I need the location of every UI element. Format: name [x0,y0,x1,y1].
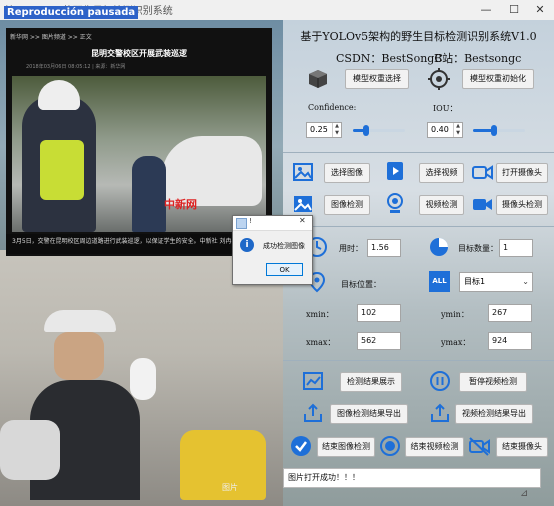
xmin-field: 102 [357,304,401,322]
time-label: 用时： [339,244,363,253]
confidence-label: Confidence: [308,103,357,112]
export-image-icon [304,403,322,422]
car-shape [0,420,60,480]
news-photo: 中新网 [12,76,266,232]
status-bar: 图片打开成功！！！ [283,468,541,488]
xmin-label: xmin： [306,310,334,319]
camera-icon [472,165,493,180]
ymin-label: ymin： [441,310,469,319]
dialog-app-icon [236,218,247,229]
export-video-icon [431,403,449,422]
iou-slider-handle[interactable] [490,125,497,136]
photo-watermark: 中新网 [164,198,197,211]
time-field: 1.56 [367,239,401,257]
select-video-button[interactable]: 选择视频 [419,163,464,183]
iou-value: 0.40 [431,125,449,134]
confidence-value: 0.25 [310,125,328,134]
control-panel [283,20,554,506]
xmax-label: xmax： [306,338,336,347]
webcam-icon [387,193,403,213]
vest-shape [40,140,84,200]
officer-face-shape [54,332,104,380]
minimize-button[interactable]: — [472,2,500,18]
image-icon [293,163,313,181]
camera-off-icon [469,437,490,456]
confidence-slider[interactable] [353,125,405,136]
bstation-label: B站：Bestsongc [434,52,522,65]
check-circle-icon [291,436,311,456]
target-select-value: 目标1 [464,277,486,286]
spin-arrows-icon[interactable]: ▲ ▼ [332,123,341,137]
maximize-button[interactable]: ☐ [500,2,528,18]
target-select[interactable]: 目标1 ⌄ [459,272,533,292]
officer-glove-shape [130,358,156,400]
news-meta: 2018年03月06日 08:05:12 | 来源：新华网 [26,64,126,70]
window-titlebar: 基于YOLOv5的野生目标检测识别系统 Reproducción pausada… [0,0,554,21]
dialog-titlebar: ! ✕ [233,216,312,231]
video-camera-icon [473,199,492,210]
ymax-label: ymax： [441,338,471,347]
window-title: Reproducción pausada [4,6,139,19]
video-file-icon [387,162,403,180]
video-detect-button[interactable]: 视频检测 [419,195,464,215]
dialog-close-icon[interactable]: ✕ [299,216,306,225]
ymax-field: 924 [488,332,532,350]
pause-icon [430,371,450,391]
count-field: 1 [499,239,533,257]
end-video-button[interactable]: 结束视频检测 [405,437,464,457]
app-title: 基于YOLOv5架构的野生目标检测识别系统V1.0 [300,30,537,43]
end-camera-button[interactable]: 结束摄像头 [496,437,548,457]
news-breadcrumb: 新华网 >> 图片频道 >> 正文 [10,34,92,41]
ymin-field: 267 [488,304,532,322]
model-init-button[interactable]: 模型权重初始化 [462,69,534,89]
image-detect-button[interactable]: 图像检测 [324,195,370,215]
camera-detect-button[interactable]: 摄像头检测 [496,195,548,215]
divider [283,226,554,227]
line-chart-icon [303,372,323,390]
csdn-label: CSDN：BestSongC [336,52,443,65]
info-icon: i [240,238,254,252]
divider [283,360,554,361]
iou-slider[interactable] [473,125,525,136]
stop-icon [380,436,400,456]
iou-spinbox[interactable]: 0.40 ▲ ▼ [427,122,463,138]
cube-icon [309,70,327,88]
spin-arrows-icon[interactable]: ▲ ▼ [453,123,462,137]
xmax-field: 562 [357,332,401,350]
position-label: 目标位置： [341,280,381,289]
end-image-button[interactable]: 结束图像检测 [317,437,375,457]
pause-video-button[interactable]: 暂停视频检测 [459,372,527,392]
bottom-watermark: 图片 [222,483,238,492]
helmet-shape [38,80,80,110]
child-shape [132,156,166,232]
officer-cap-shape [44,310,116,332]
select-image-button[interactable]: 选择图像 [324,163,370,183]
pie-chart-icon [430,238,448,256]
open-camera-button[interactable]: 打开摄像头 [496,163,548,183]
divider [283,152,554,153]
close-button[interactable]: ✕ [526,2,554,18]
all-icon: ALL [429,271,450,292]
ok-button[interactable]: OK [266,263,303,276]
confidence-spinbox[interactable]: 0.25 ▲ ▼ [306,122,342,138]
model-select-button[interactable]: 模型权重选择 [345,69,409,89]
target-icon [428,68,450,90]
dialog-title: ! [249,217,252,225]
resize-grip-icon[interactable]: ⊿ [520,488,528,499]
count-label: 目标数量： [458,244,498,253]
chevron-down-icon: ⌄ [522,277,529,286]
message-dialog: ! ✕ i 成功检测图像 OK [232,215,313,285]
image-detect-icon [294,196,312,212]
confidence-slider-handle[interactable] [363,125,369,136]
export-image-button[interactable]: 图像检测结果导出 [330,404,408,424]
dialog-message: 成功检测图像 [263,242,305,250]
show-result-button[interactable]: 检测结果展示 [340,372,402,392]
iou-label: IOU： [433,104,458,113]
news-headline: 昆明交警校区开展武装巡逻 [91,49,187,58]
export-video-button[interactable]: 视频检测结果导出 [455,404,533,424]
